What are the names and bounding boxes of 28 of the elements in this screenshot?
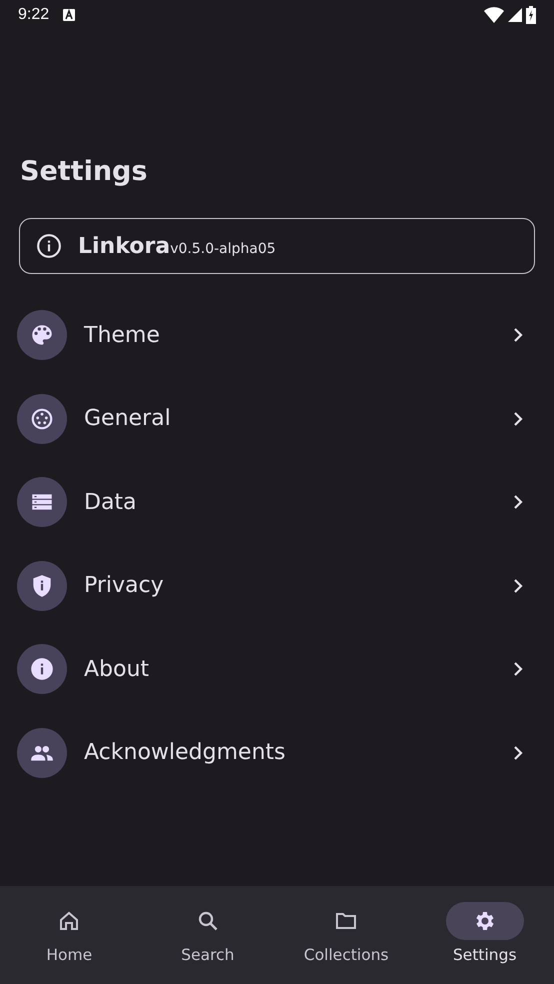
settings-item[interactable]: General [84,406,512,431]
battery-icon [526,6,536,24]
page-title: Settings [20,155,148,189]
chevron-icon[interactable] [512,410,524,426]
keyboard-icon [63,9,76,21]
dial-icon [29,406,55,432]
settings-item[interactable]: Acknowledgments [84,740,512,765]
nav-tab[interactable]: Search [138,886,277,984]
app-version: v0.5.0-alpha05 [170,240,276,256]
nav-tab[interactable]: Collections [277,886,416,984]
chevron-icon[interactable] [512,661,524,677]
info-icon [29,656,55,682]
settings-item[interactable]: Privacy [84,573,512,598]
status-time: 9:22 [18,6,50,24]
app-name: Linkora [78,234,170,258]
info-icon [36,233,62,259]
nav-tab[interactable]: Settings [416,886,554,984]
nav-tab[interactable]: Home [0,886,138,984]
app-info-card[interactable]: Linkorav0.5.0-alpha05 [19,218,535,274]
chevron-icon[interactable] [512,744,524,760]
chevron-icon[interactable] [512,494,524,510]
chevron-icon[interactable] [512,578,524,594]
wifi-icon [484,7,504,23]
settings-item[interactable]: About [84,656,512,682]
settings-item[interactable]: Data [84,490,512,514]
signal-icon [508,8,522,22]
chevron-icon[interactable] [512,327,524,343]
settings-item[interactable]: Theme [84,322,512,348]
